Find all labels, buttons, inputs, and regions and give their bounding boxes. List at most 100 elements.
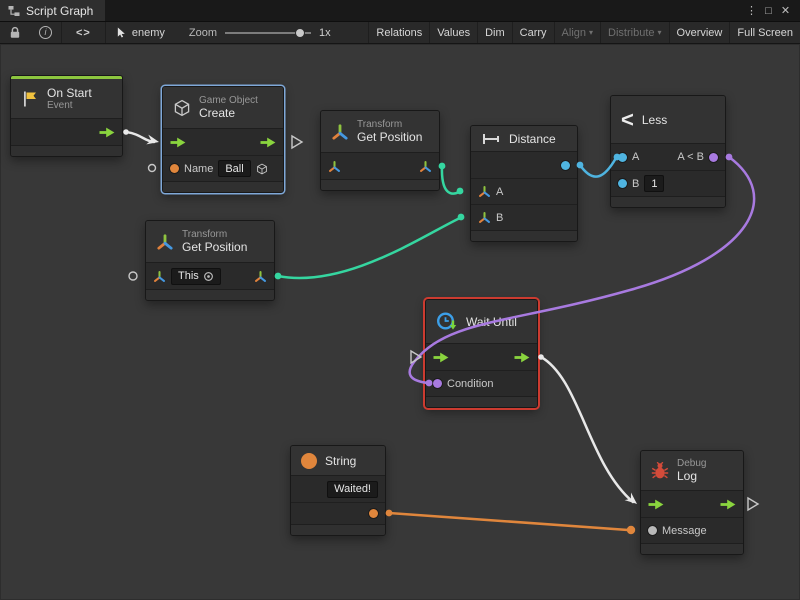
- transform-icon: [156, 233, 174, 251]
- node-footer: [471, 230, 577, 241]
- cube-icon: [173, 99, 191, 117]
- flow-output-port[interactable]: [720, 499, 736, 510]
- string-type-icon: [301, 453, 317, 469]
- distribute-button[interactable]: Distribute ▾: [600, 22, 668, 43]
- info-icon[interactable]: i: [30, 22, 61, 43]
- node-distance[interactable]: Distance A B: [470, 125, 578, 242]
- values-button[interactable]: Values: [429, 22, 477, 43]
- name-value: Ball: [225, 163, 243, 175]
- condition-input-port[interactable]: [433, 379, 442, 388]
- edge-onstart-to-create: [126, 132, 154, 142]
- less-icon: <: [621, 109, 634, 131]
- carry-button[interactable]: Carry: [512, 22, 554, 43]
- transform-input-port[interactable]: [153, 270, 166, 283]
- node-title: String: [325, 454, 356, 468]
- port-label: A: [496, 186, 503, 198]
- node-footer: [11, 145, 122, 156]
- flow-input-port[interactable]: [170, 137, 186, 148]
- flow-output-port[interactable]: [514, 352, 530, 363]
- fullscreen-button[interactable]: Full Screen: [729, 22, 800, 43]
- string-value: Waited!: [334, 483, 371, 495]
- graph-canvas[interactable]: On Start Event Game Object Create Name B…: [0, 44, 800, 600]
- arrowhead: [625, 492, 641, 507]
- node-wait-until[interactable]: Wait Until Condition: [425, 299, 538, 408]
- graph-target-label: enemy: [132, 27, 165, 39]
- node-category: Debug: [677, 458, 706, 470]
- b-input-port[interactable]: [618, 179, 627, 188]
- code-icon[interactable]: <>: [62, 22, 105, 43]
- node-title: Create: [199, 106, 258, 120]
- vector-port-icon[interactable]: [478, 211, 491, 224]
- transform-input-port[interactable]: [328, 160, 341, 173]
- wait-clock-icon: [436, 311, 458, 333]
- overview-button[interactable]: Overview: [669, 22, 730, 43]
- node-string[interactable]: String Waited!: [290, 445, 386, 536]
- close-icon[interactable]: ✕: [777, 4, 794, 17]
- result-output-port[interactable]: [709, 153, 718, 162]
- node-title: Get Position: [357, 130, 422, 144]
- zoom-handle[interactable]: [295, 28, 305, 38]
- string-value-field[interactable]: Waited!: [327, 481, 378, 498]
- graph-target[interactable]: enemy: [106, 27, 175, 39]
- node-footer: [291, 524, 385, 535]
- name-value-field[interactable]: Ball: [218, 160, 250, 177]
- message-input-port[interactable]: [648, 526, 657, 535]
- position-output-port[interactable]: [419, 160, 432, 173]
- edge-waituntil-to-log: [541, 357, 633, 502]
- node-footer: [641, 543, 743, 554]
- port-label: B: [496, 212, 503, 224]
- node-log[interactable]: Debug Log Message: [640, 450, 744, 555]
- lock-icon[interactable]: [0, 22, 30, 43]
- graph-toolbar: i <> enemy Zoom 1x Relations Values Dim …: [0, 22, 800, 44]
- zoom-label: Zoom: [189, 27, 217, 39]
- node-subtitle: Event: [47, 100, 92, 112]
- sequence-marker: [748, 498, 758, 510]
- target-picker-icon[interactable]: [203, 271, 214, 282]
- b-value-field[interactable]: 1: [644, 175, 664, 192]
- maximize-icon[interactable]: □: [760, 5, 777, 17]
- vector-port-icon[interactable]: [478, 185, 491, 198]
- sequence-marker: [411, 351, 421, 363]
- node-category: Game Object: [199, 95, 258, 107]
- position-output-port[interactable]: [254, 270, 267, 283]
- node-less[interactable]: < Less A A < B B 1: [610, 95, 726, 208]
- port-label: A: [632, 151, 639, 163]
- sequence-marker: [292, 136, 302, 148]
- arrowhead: [146, 135, 160, 147]
- string-output-port[interactable]: [369, 509, 378, 518]
- transform-icon: [331, 123, 349, 141]
- node-title: Less: [642, 113, 667, 127]
- node-get-position-1[interactable]: Transform Get Position: [320, 110, 440, 191]
- tab-script-graph[interactable]: Script Graph: [0, 0, 105, 21]
- a-input-port[interactable]: [618, 153, 627, 162]
- distance-output-port[interactable]: [561, 161, 570, 170]
- node-get-position-2[interactable]: Transform Get Position This: [145, 220, 275, 301]
- relations-button[interactable]: Relations: [368, 22, 429, 43]
- zoom-value: 1x: [319, 27, 331, 39]
- target-value: This: [178, 270, 199, 282]
- node-title: On Start: [47, 86, 92, 100]
- chevron-down-icon: ▾: [589, 28, 593, 37]
- flow-input-port[interactable]: [433, 352, 449, 363]
- expression-label: A < B: [677, 151, 704, 163]
- distance-icon: [481, 132, 501, 146]
- node-create[interactable]: Game Object Create Name Ball: [162, 86, 284, 193]
- bug-icon: [651, 462, 669, 480]
- flow-output-port[interactable]: [260, 137, 276, 148]
- node-title: Wait Until: [466, 315, 517, 329]
- node-footer: [321, 179, 439, 190]
- panel-menu-icon[interactable]: ⋮: [743, 4, 760, 17]
- zoom-slider[interactable]: [225, 28, 311, 38]
- node-on-start[interactable]: On Start Event: [10, 75, 123, 157]
- object-picker-icon[interactable]: [256, 163, 268, 175]
- target-field[interactable]: This: [171, 268, 221, 285]
- flow-output-port[interactable]: [99, 127, 115, 138]
- node-title: Distance: [509, 132, 556, 146]
- dim-button[interactable]: Dim: [477, 22, 512, 43]
- edge-string-to-log: [389, 513, 628, 530]
- name-input-port[interactable]: [170, 164, 179, 173]
- align-button[interactable]: Align ▾: [554, 22, 600, 43]
- port-label: Condition: [447, 378, 493, 390]
- align-label: Align: [562, 27, 586, 39]
- flow-input-port[interactable]: [648, 499, 664, 510]
